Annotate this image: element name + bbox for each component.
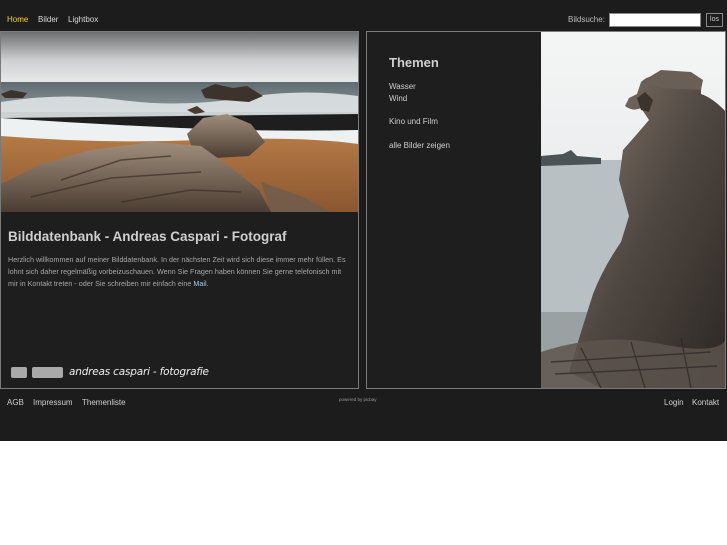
welcome-text: Herzlich willkommen auf meiner Bilddaten… [8, 254, 352, 291]
beach-photo [1, 32, 358, 212]
nav-item-lightbox[interactable]: Lightbox [68, 15, 98, 24]
footer-link-themenliste[interactable]: Themenliste [82, 398, 126, 407]
welcome-title: Bilddatenbank - Andreas Caspari - Fotogr… [8, 229, 287, 244]
mail-link[interactable]: Mail [193, 279, 206, 288]
page: Home Bilder Lightbox Bildsuche: los Bild… [0, 0, 727, 441]
footer-link-login[interactable]: Login [664, 398, 684, 407]
footer-link-impressum[interactable]: Impressum [33, 398, 73, 407]
theme-link-kino-und-film[interactable]: Kino und Film [389, 117, 438, 126]
welcome-period: . [206, 279, 209, 289]
brand-button-wide[interactable] [32, 367, 63, 378]
theme-link-wind[interactable]: Wind [389, 94, 407, 103]
theme-link-wasser[interactable]: Wasser [389, 82, 416, 91]
welcome-body: Herzlich willkommen auf meiner Bilddaten… [8, 255, 346, 289]
themes-panel: Themen Wasser Wind Kino und Film alle Bi… [366, 31, 726, 389]
welcome-panel: Bilddatenbank - Andreas Caspari - Fotogr… [0, 31, 359, 389]
footer-link-kontakt[interactable]: Kontakt [692, 398, 719, 407]
theme-link-alle-bilder[interactable]: alle Bilder zeigen [389, 141, 450, 150]
statue-photo [541, 32, 725, 388]
powered-by[interactable]: powered by picbay [339, 397, 377, 402]
brand-button-small[interactable] [11, 367, 27, 378]
nav-item-bilder[interactable]: Bilder [38, 15, 58, 24]
nav-item-home[interactable]: Home [7, 15, 28, 24]
search-button[interactable]: los [706, 13, 723, 27]
search-input[interactable] [609, 13, 701, 27]
themes-heading: Themen [389, 55, 439, 70]
footer-link-agb[interactable]: AGB [7, 398, 24, 407]
search-label: Bildsuche: [568, 15, 605, 24]
brand-signature: andreas caspari - fotografie [69, 366, 209, 378]
top-navigation: Home Bilder Lightbox Bildsuche: los [0, 0, 727, 31]
